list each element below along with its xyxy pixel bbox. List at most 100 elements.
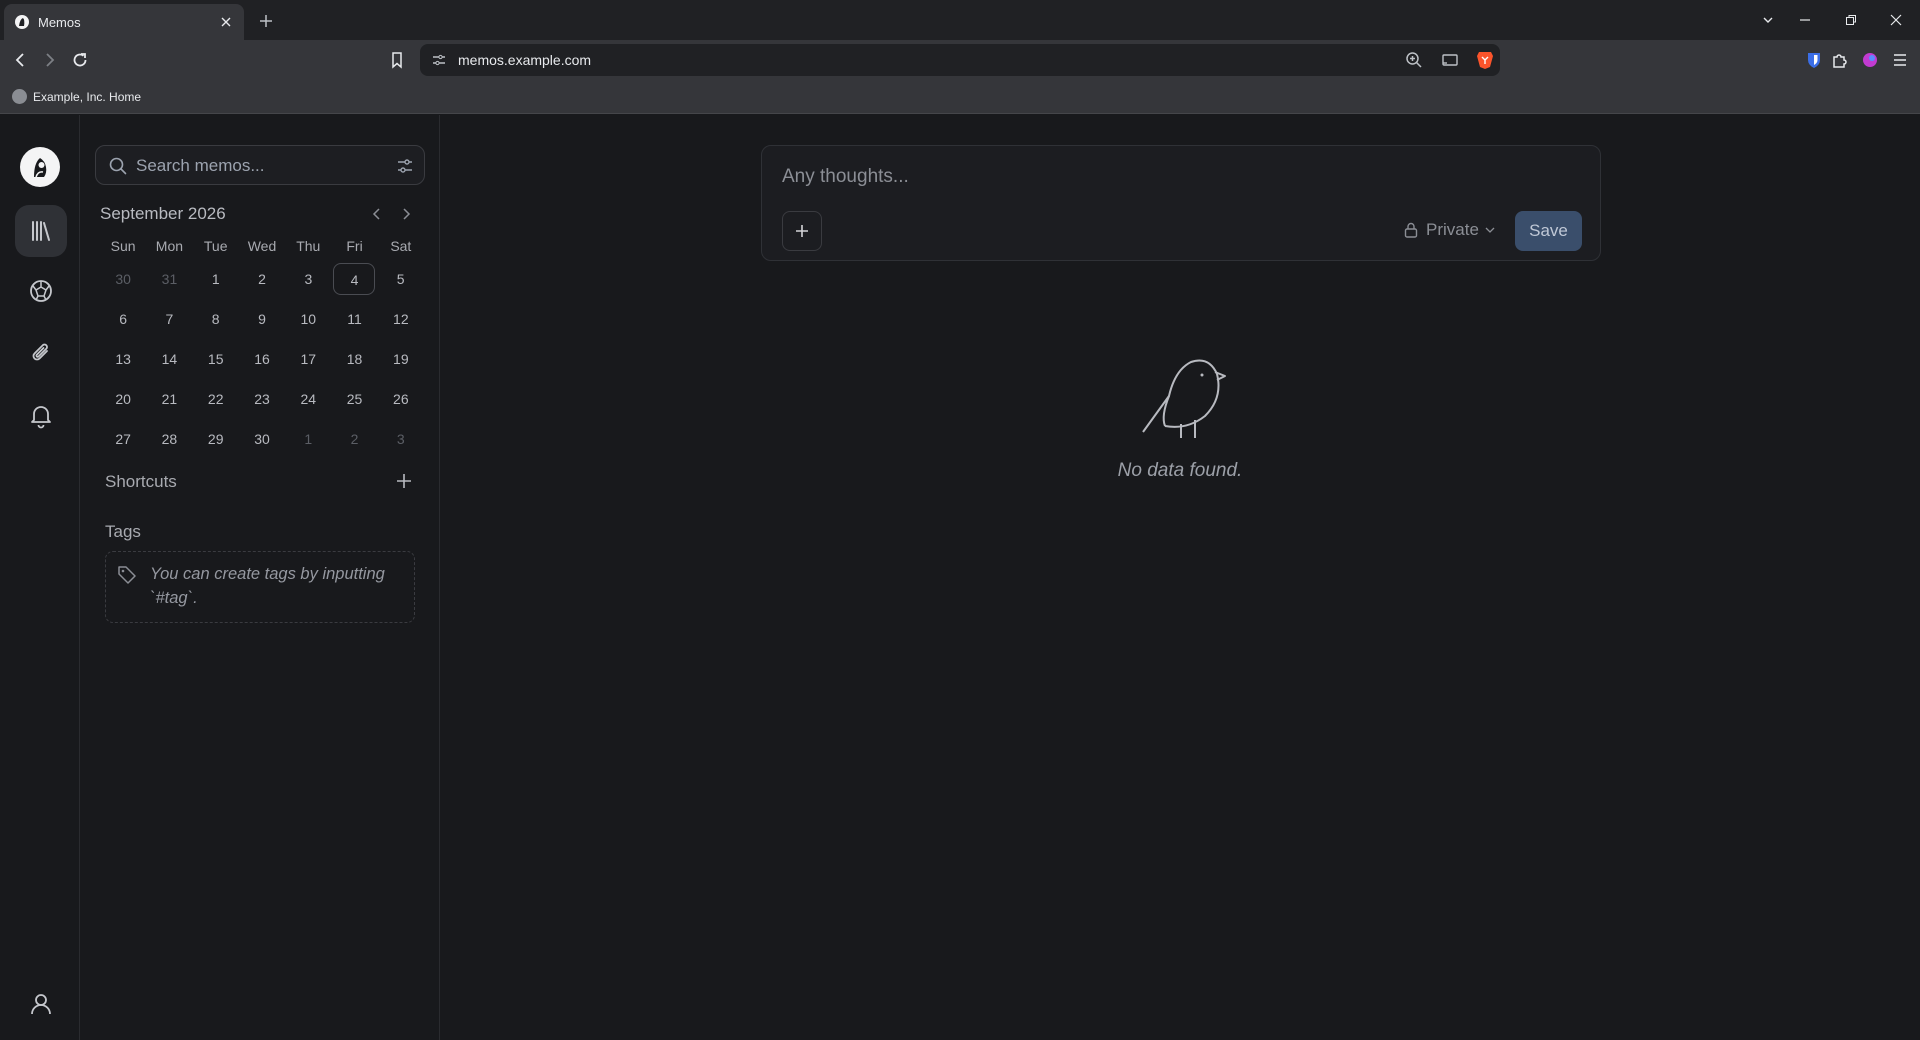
weekday-label: Sun <box>110 238 136 254</box>
nav-profile[interactable] <box>15 978 67 1030</box>
window-close-icon[interactable] <box>1888 12 1904 28</box>
calendar-grid: Sun Mon Tue Wed Thu Fri Sat 30 31 1 2 3 … <box>100 233 424 459</box>
calendar-day[interactable]: 2 <box>239 263 285 295</box>
calendar-day-today[interactable]: 4 <box>333 263 376 295</box>
app-logo[interactable] <box>20 147 60 187</box>
memos-app: September 2026 Sun Mon Tue Wed Thu Fri S… <box>0 115 1920 1040</box>
bookmark-example-home[interactable]: Example, Inc. Home <box>12 89 141 104</box>
calendar-day[interactable]: 19 <box>378 343 424 375</box>
calendar-day[interactable]: 3 <box>378 423 424 455</box>
calendar-day[interactable]: 7 <box>146 303 192 335</box>
brave-shield-icon[interactable] <box>1474 49 1496 71</box>
calendar-day[interactable]: 29 <box>193 423 239 455</box>
calendar-day[interactable]: 15 <box>193 343 239 375</box>
calendar-day[interactable]: 17 <box>285 343 331 375</box>
memos-logo-icon <box>34 158 47 178</box>
memo-editor-input[interactable] <box>782 164 1562 190</box>
search-icon <box>109 157 127 175</box>
filter-settings-icon[interactable] <box>396 157 414 175</box>
calendar-day[interactable]: 28 <box>146 423 192 455</box>
bitwarden-extension-icon[interactable] <box>1804 50 1824 70</box>
minimize-icon[interactable] <box>1797 12 1813 28</box>
new-tab-icon[interactable] <box>255 10 277 32</box>
calendar-day[interactable]: 27 <box>100 423 146 455</box>
calendar-day[interactable]: 6 <box>100 303 146 335</box>
nav-inbox[interactable] <box>15 389 67 441</box>
calendar-month-label: September 2026 <box>100 204 226 223</box>
calendar-day[interactable]: 26 <box>378 383 424 415</box>
tags-title: Tags <box>105 522 141 541</box>
calendar-day[interactable]: 1 <box>193 263 239 295</box>
bookmark-label: Example, Inc. Home <box>33 89 142 104</box>
weekday-label: Thu <box>296 238 321 254</box>
calendar-day[interactable]: 30 <box>239 423 285 455</box>
site-info-icon[interactable] <box>430 51 448 69</box>
nav-resources[interactable] <box>15 327 67 379</box>
memos-favicon-icon <box>15 15 29 29</box>
calendar-day[interactable]: 24 <box>285 383 331 415</box>
calendar-weekday-row: Sun Mon Tue Wed Thu Fri Sat <box>100 233 424 259</box>
restore-icon[interactable] <box>1843 12 1859 28</box>
calendar-day[interactable]: 13 <box>100 343 146 375</box>
calendar-day[interactable]: 5 <box>377 263 423 295</box>
add-attachment-button[interactable] <box>782 211 822 251</box>
calendar-day[interactable]: 10 <box>285 303 331 335</box>
search-box <box>95 145 425 185</box>
nav-explore[interactable] <box>15 265 67 317</box>
lock-icon <box>1404 222 1418 238</box>
close-icon[interactable] <box>218 14 234 30</box>
calendar-day[interactable]: 2 <box>331 423 377 455</box>
calendar-day[interactable]: 16 <box>239 343 285 375</box>
calendar-day[interactable]: 31 <box>146 263 192 295</box>
weekday-label: Fri <box>346 238 363 254</box>
nav-memos[interactable] <box>15 205 67 257</box>
calendar-day[interactable]: 14 <box>146 343 192 375</box>
chevron-left-icon[interactable] <box>368 205 386 223</box>
calendar-day[interactable]: 1 <box>285 423 331 455</box>
add-shortcut-icon[interactable] <box>394 471 414 491</box>
globe-icon <box>12 89 27 104</box>
weekday-label: Mon <box>155 238 184 254</box>
chevron-down-icon <box>1485 227 1495 233</box>
weekday-label: Tue <box>203 238 228 254</box>
browser-tab[interactable]: Memos <box>4 4 244 40</box>
library-icon <box>32 221 50 241</box>
calendar-week: 13 14 15 16 17 18 19 <box>100 339 424 379</box>
calendar-day[interactable]: 18 <box>331 343 377 375</box>
back-icon[interactable] <box>10 50 30 70</box>
calendar-day[interactable]: 12 <box>378 303 424 335</box>
bird-illustration-icon <box>1142 359 1226 438</box>
paperclip-icon <box>32 343 48 361</box>
forward-icon[interactable] <box>40 50 60 70</box>
address-bar[interactable]: memos.example.com <box>420 44 1500 76</box>
search-input[interactable] <box>136 154 376 178</box>
calendar-day[interactable]: 21 <box>146 383 192 415</box>
save-button[interactable]: Save <box>1515 211 1582 251</box>
calendar-day[interactable]: 11 <box>331 303 377 335</box>
cast-icon[interactable] <box>1440 50 1460 70</box>
calendar-week: 30 31 1 2 3 4 5 <box>100 259 424 299</box>
profile-avatar-icon[interactable] <box>1860 50 1880 70</box>
calendar-day[interactable]: 23 <box>239 383 285 415</box>
bookmark-icon[interactable] <box>387 50 407 70</box>
calendar-day[interactable]: 30 <box>100 263 146 295</box>
tab-search-icon[interactable] <box>1760 12 1776 28</box>
calendar-day[interactable]: 25 <box>331 383 377 415</box>
menu-icon[interactable] <box>1890 50 1910 70</box>
bookmarks-bar: Example, Inc. Home <box>0 80 1920 114</box>
zoom-icon[interactable] <box>1404 50 1424 70</box>
calendar-day[interactable]: 22 <box>193 383 239 415</box>
address-bar-url: memos.example.com <box>458 52 592 68</box>
calendar-day[interactable]: 3 <box>285 263 331 295</box>
memo-editor: Private Save <box>761 145 1601 261</box>
chevron-right-icon[interactable] <box>397 205 415 223</box>
nav-rail <box>0 115 80 1040</box>
reload-icon[interactable] <box>70 50 90 70</box>
calendar-day[interactable]: 20 <box>100 383 146 415</box>
calendar-day[interactable]: 9 <box>239 303 285 335</box>
calendar-week: 27 28 29 30 1 2 3 <box>100 419 424 459</box>
visibility-selector[interactable]: Private <box>1402 220 1497 240</box>
visibility-label: Private <box>1426 220 1479 239</box>
extensions-puzzle-icon[interactable] <box>1830 50 1850 70</box>
calendar-day[interactable]: 8 <box>193 303 239 335</box>
